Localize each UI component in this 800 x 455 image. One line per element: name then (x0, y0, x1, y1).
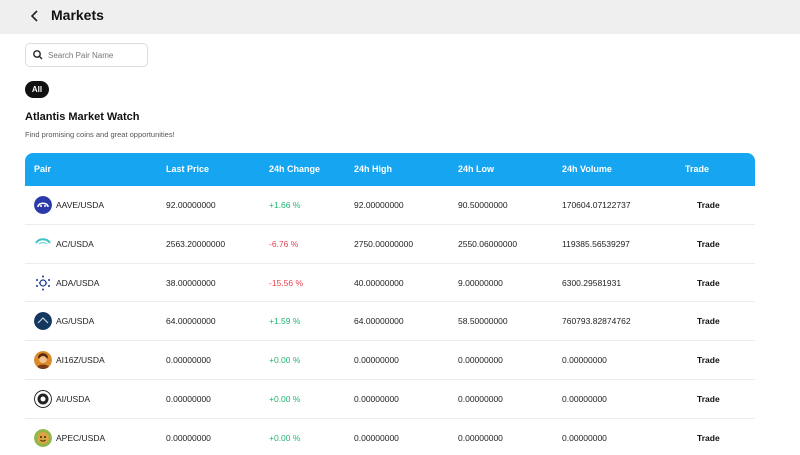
low-24h: 0.00000000 (458, 432, 503, 443)
low-24h: 0.00000000 (458, 355, 503, 366)
table-row[interactable]: AG/USDA 64.00000000 +1.59 % 64.00000000 … (25, 302, 755, 342)
last-price: 0.00000000 (166, 432, 211, 443)
low-24h: 2550.06000000 (458, 238, 518, 249)
trade-button[interactable]: Trade (697, 394, 720, 404)
high-24h: 0.00000000 (354, 355, 399, 366)
pair-name: AG/USDA (56, 316, 95, 327)
trade-button[interactable]: Trade (697, 433, 720, 443)
col-24h-low: 24h Low (458, 164, 495, 174)
low-24h: 9.00000000 (458, 277, 503, 288)
last-price: 2563.20000000 (166, 238, 226, 249)
high-24h: 64.00000000 (354, 316, 404, 327)
pair-name: AAVE/USDA (56, 200, 105, 210)
change-24h: +0.00 % (269, 432, 301, 443)
last-price: 0.00000000 (166, 355, 211, 366)
volume-24h: 0.00000000 (562, 432, 607, 443)
search-input[interactable] (48, 47, 144, 63)
table-row[interactable]: APEC/USDA 0.00000000 +0.00 % 0.00000000 … (25, 419, 755, 455)
table-row[interactable]: AC/USDA 2563.20000000 -6.76 % 2750.00000… (25, 225, 755, 264)
search-icon (33, 50, 43, 60)
last-price: 92.00000000 (166, 200, 216, 210)
col-last-price: Last Price (166, 164, 210, 174)
volume-24h: 170604.07122737 (562, 200, 631, 210)
col-pair: Pair (34, 164, 52, 174)
cardano-logo-icon (36, 275, 50, 291)
trade-button[interactable]: Trade (697, 200, 720, 210)
aave-logo-icon (34, 196, 52, 214)
market-table: Pair Last Price 24h Change 24h High 24h … (25, 153, 755, 455)
section-subtitle: Find promising coins and great opportuni… (25, 130, 175, 139)
ai-logo-icon (34, 389, 52, 408)
high-24h: 0.00000000 (354, 432, 399, 443)
change-24h: -6.76 % (269, 238, 299, 249)
high-24h: 92.00000000 (354, 200, 404, 210)
high-24h: 0.00000000 (354, 393, 399, 404)
pair-name: APEC/USDA (56, 432, 106, 443)
trade-button[interactable]: Trade (697, 239, 720, 249)
volume-24h: 760793.82874762 (562, 316, 631, 327)
last-price: 38.00000000 (166, 277, 216, 288)
ai16z-avatar-icon (34, 351, 52, 370)
pair-name: ADA/USDA (56, 277, 100, 288)
low-24h: 90.50000000 (458, 200, 508, 210)
high-24h: 40.00000000 (354, 277, 404, 288)
pair-name: AI/USDA (56, 393, 91, 404)
chevron-left-icon (30, 10, 38, 22)
last-price: 64.00000000 (166, 316, 216, 327)
top-bar: Markets (0, 0, 800, 34)
ag-logo-icon (34, 312, 52, 331)
page-title: Markets (51, 7, 104, 23)
volume-24h: 0.00000000 (562, 393, 607, 404)
change-24h: -15.56 % (269, 277, 304, 288)
section-title: Atlantis Market Watch (25, 111, 140, 123)
filter-all-button[interactable]: All (25, 81, 49, 98)
change-24h: +1.59 % (269, 316, 301, 327)
col-24h-volume: 24h Volume (562, 164, 612, 174)
table-row[interactable]: AI16Z/USDA 0.00000000 +0.00 % 0.00000000… (25, 341, 755, 380)
ac-logo-icon (35, 238, 51, 245)
change-24h: +0.00 % (269, 393, 301, 404)
trade-button[interactable]: Trade (697, 355, 720, 365)
pair-name: AC/USDA (56, 238, 94, 249)
last-price: 0.00000000 (166, 393, 211, 404)
search-box[interactable] (25, 43, 148, 67)
trade-button[interactable]: Trade (697, 316, 720, 326)
col-24h-change: 24h Change (269, 164, 321, 174)
col-24h-high: 24h High (354, 164, 393, 174)
table-header: Pair Last Price 24h Change 24h High 24h … (25, 153, 755, 186)
change-24h: +1.66 % (269, 200, 301, 210)
table-row[interactable]: AAVE/USDA 92.00000000 +1.66 % 92.0000000… (25, 186, 755, 225)
volume-24h: 6300.29581931 (562, 277, 622, 288)
table-row[interactable]: AI/USDA 0.00000000 +0.00 % 0.00000000 0.… (25, 380, 755, 419)
pair-name: AI16Z/USDA (56, 355, 105, 366)
table-row[interactable]: ADA/USDA 38.00000000 -15.56 % 40.0000000… (25, 264, 755, 303)
volume-24h: 0.00000000 (562, 355, 607, 366)
back-button[interactable] (26, 6, 44, 26)
low-24h: 58.50000000 (458, 316, 508, 327)
trade-button[interactable]: Trade (697, 278, 720, 288)
apec-logo-icon (34, 428, 52, 447)
col-trade: Trade (685, 164, 710, 174)
high-24h: 2750.00000000 (354, 238, 414, 249)
volume-24h: 119385.56539297 (562, 238, 630, 249)
low-24h: 0.00000000 (458, 393, 503, 404)
change-24h: +0.00 % (269, 355, 301, 366)
